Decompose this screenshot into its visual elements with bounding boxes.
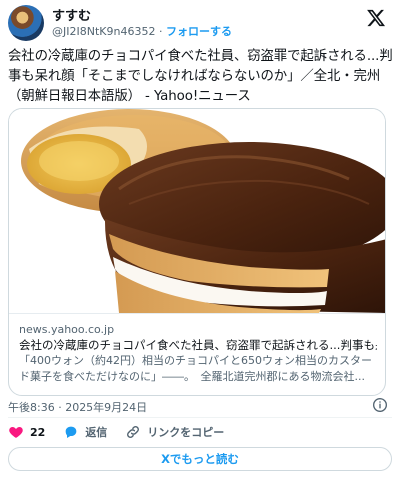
- reply-icon: [65, 426, 77, 438]
- link-icon: [127, 426, 140, 438]
- tweet-timestamp[interactable]: 午後8:36 · 2025年9月24日: [8, 399, 147, 415]
- link-card[interactable]: news.yahoo.co.jp 会社の冷蔵庫のチョコパイ食べた社員、窃盗罪で起…: [8, 108, 386, 396]
- card-image-choco-pie[interactable]: [9, 109, 385, 313]
- copy-link-button[interactable]: リンクをコピー: [125, 424, 224, 440]
- reply-label: 返信: [85, 426, 108, 439]
- like-count: 22: [30, 425, 46, 439]
- x-logo-icon[interactable]: [366, 8, 386, 28]
- card-title[interactable]: 会社の冷蔵庫のチョコパイ食べた社員、窃盗罪で起訴される...判事も呆...: [19, 337, 377, 353]
- author-handle[interactable]: @JI2I8NtK9n46352: [52, 25, 155, 38]
- action-bar: 22 返信 リンクをコピー: [8, 421, 242, 443]
- card-body[interactable]: news.yahoo.co.jp 会社の冷蔵庫のチョコパイ食べた社員、窃盗罪で起…: [9, 313, 385, 395]
- reply-button[interactable]: 返信: [63, 424, 107, 440]
- follow-button[interactable]: フォローする: [166, 25, 232, 38]
- tweet-text: 会社の冷蔵庫のチョコパイ食べた社員、窃盗罪で起訴される...判事も呆れ顔「そこま…: [8, 49, 393, 104]
- divider: [8, 417, 392, 418]
- choco-pie-illustration: [21, 109, 385, 313]
- tweet-header: すすむ @JI2I8NtK9n46352 · フォローする: [0, 0, 400, 44]
- author-handle-row: @JI2I8NtK9n46352 · フォローする: [52, 23, 232, 39]
- like-button[interactable]: 22: [8, 424, 45, 440]
- avatar[interactable]: [8, 5, 44, 41]
- info-icon[interactable]: [372, 397, 388, 413]
- read-more-on-x-button[interactable]: Xでもっと読む: [8, 447, 392, 471]
- author-name[interactable]: すすむ: [52, 5, 91, 24]
- handle-separator: ·: [158, 25, 163, 38]
- card-description: 「400ウォン（約42円）相当のチョコパイと650ウォン相当のカスタード菓子を食…: [19, 354, 372, 383]
- heart-icon: [9, 427, 23, 438]
- copy-link-label: リンクをコピー: [147, 426, 225, 439]
- card-domain: news.yahoo.co.jp: [19, 323, 115, 336]
